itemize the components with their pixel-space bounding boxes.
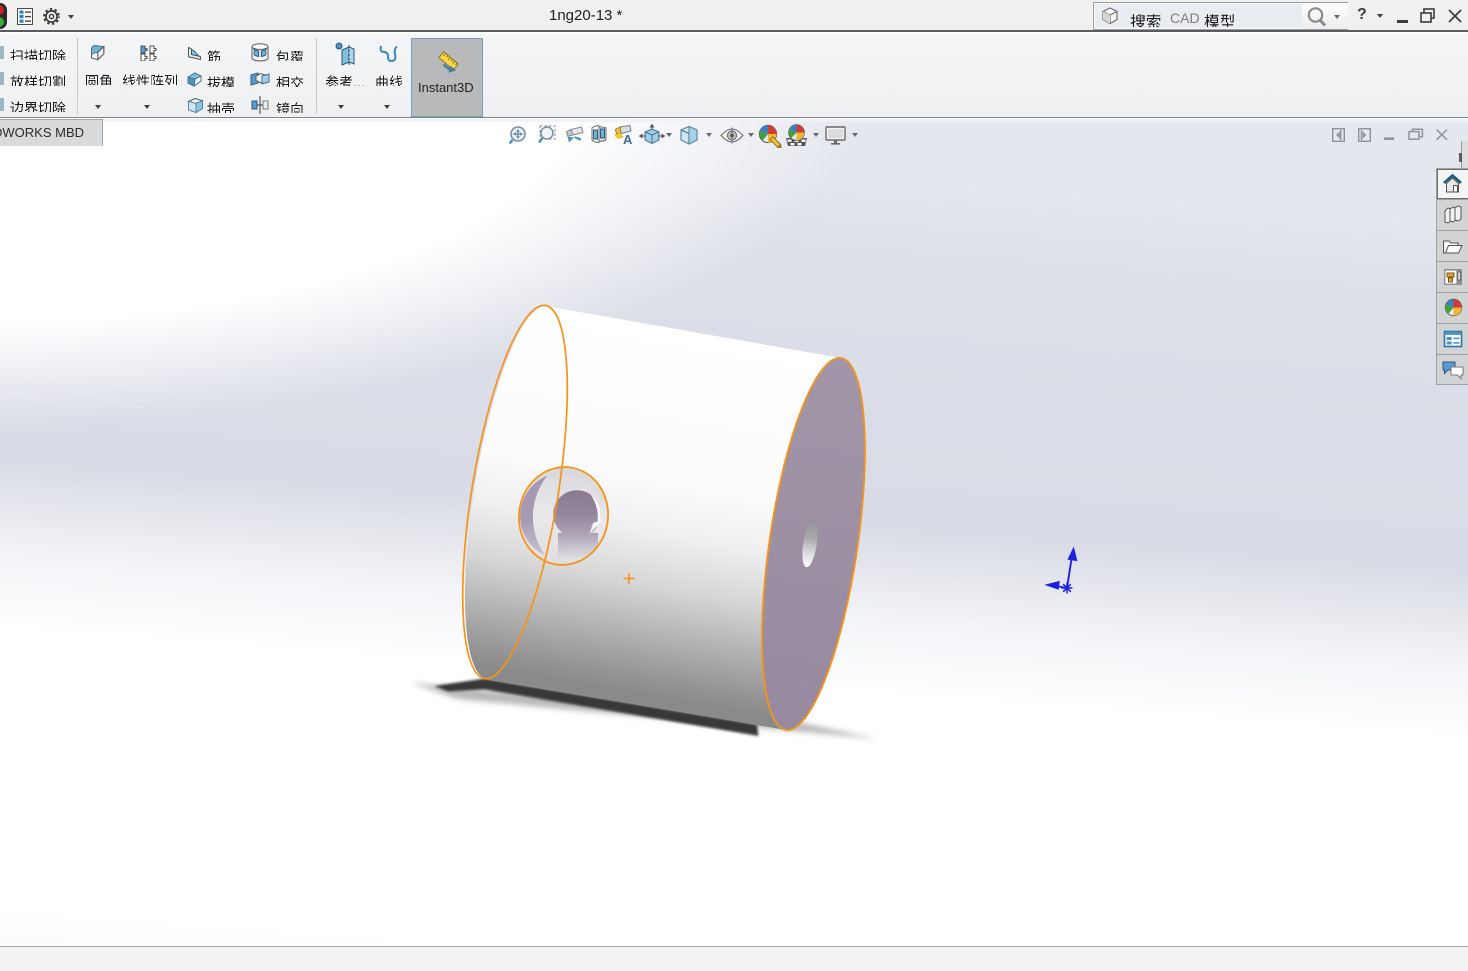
svg-text:A: A — [623, 132, 633, 146]
